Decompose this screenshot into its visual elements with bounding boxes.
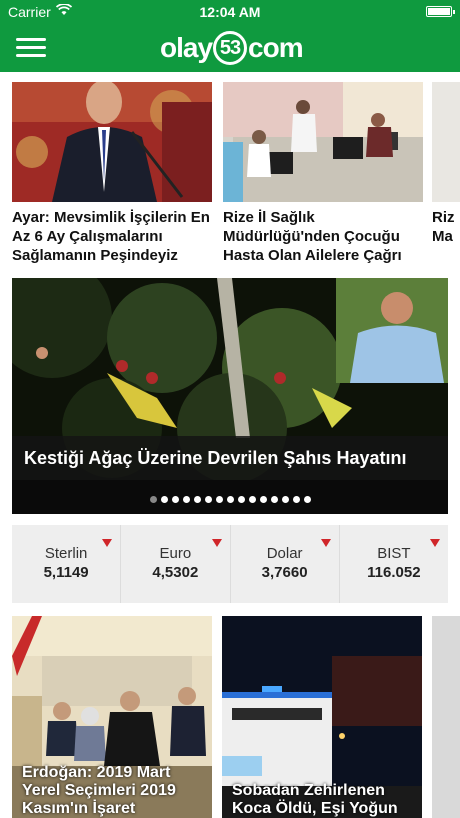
news-title: Erdoğan: 2019 Mart Yerel Seçimleri 2019 …: [22, 764, 176, 817]
market-name: Dolar: [266, 545, 303, 562]
logo-number: 53: [213, 31, 248, 65]
news-title: Rize İl Sağlık Müdürlüğü'nden Çocuğu Has…: [223, 209, 402, 264]
slider-dot[interactable]: [281, 496, 289, 503]
slider-dot[interactable]: [292, 496, 300, 503]
market-item-dolar: Dolar 3,7660: [229, 525, 339, 603]
slider-dot[interactable]: [160, 496, 168, 503]
slider-dot[interactable]: [171, 496, 179, 503]
slider-dot[interactable]: [270, 496, 278, 503]
news-card-partial[interactable]: [432, 616, 460, 818]
down-arrow-icon: [211, 539, 222, 547]
slider-dot[interactable]: [204, 496, 212, 503]
news-image: [12, 82, 212, 202]
news-card[interactable]: Erdoğan: 2019 Mart Yerel Seçimleri 2019 …: [12, 616, 212, 818]
market-name: Sterlin: [44, 545, 88, 562]
status-time: 12:04 AM: [199, 4, 261, 20]
news-card[interactable]: Ayar: Mevsimlik İşçilerin En Az 6 Ay Çal…: [12, 82, 212, 265]
news-title: Ayar: Mevsimlik İşçilerin En Az 6 Ay Çal…: [12, 209, 210, 264]
down-arrow-icon: [430, 539, 440, 547]
market-name: Euro: [159, 545, 192, 562]
market-value: 5,1149: [43, 564, 89, 581]
news-image: [432, 82, 460, 202]
navigation-bar: Carrier 12:04 AM olay 53 com: [0, 0, 460, 72]
slider-caption: Kestiği Ağaç Üzerine Devrilen Şahıs Haya…: [12, 436, 448, 480]
news-card[interactable]: Rize İl Sağlık Müdürlüğü'nden Çocuğu Has…: [223, 82, 423, 265]
news-image: [223, 82, 423, 202]
market-value: 3,7660: [261, 564, 308, 581]
slider-dot[interactable]: [182, 496, 190, 503]
market-ticker: Sterlin 5,1149 Euro 4,5302 Dolar 3,7660 …: [12, 525, 448, 603]
slider-pagination[interactable]: [12, 490, 448, 508]
market-name: BIST: [377, 545, 411, 562]
slider-dot[interactable]: [193, 496, 201, 503]
slider-dot[interactable]: [248, 496, 256, 503]
bottom-news-carousel[interactable]: Erdoğan: 2019 Mart Yerel Seçimleri 2019 …: [12, 616, 460, 818]
market-item-euro: Euro 4,5302: [120, 525, 229, 603]
slider-dot[interactable]: [215, 496, 223, 503]
slider-dot[interactable]: [259, 496, 267, 503]
slider-dot[interactable]: [237, 496, 245, 503]
logo-suffix: com: [248, 32, 304, 63]
top-news-carousel[interactable]: Ayar: Mevsimlik İşçilerin En Az 6 Ay Çal…: [12, 82, 460, 267]
market-value: 116.052: [367, 564, 421, 581]
status-bar: Carrier 12:04 AM: [0, 0, 460, 24]
down-arrow-icon: [320, 539, 331, 547]
slider-dot[interactable]: [149, 496, 157, 503]
market-item-sterlin: Sterlin 5,1149: [12, 525, 120, 603]
site-logo[interactable]: olay 53 com: [160, 30, 304, 66]
hamburger-menu-icon[interactable]: [16, 36, 46, 58]
slider-dot[interactable]: [303, 496, 311, 503]
news-card[interactable]: Sobadan Zehirlenen Koca Öldü, Eşi Yoğun: [222, 616, 422, 818]
battery-icon: [426, 6, 455, 17]
market-value: 4,5302: [152, 564, 199, 581]
news-card[interactable]: Riz Ma: [432, 82, 460, 246]
down-arrow-icon: [102, 539, 113, 547]
logo-prefix: olay: [160, 32, 213, 63]
market-item-bist: BIST 116.052: [338, 525, 448, 603]
headline-slider[interactable]: Kestiği Ağaç Üzerine Devrilen Şahıs Haya…: [12, 278, 448, 514]
news-title: Riz Ma: [432, 209, 455, 245]
news-title: Sobadan Zehirlenen Koca Öldü, Eşi Yoğun: [232, 782, 398, 817]
slider-dot[interactable]: [226, 496, 234, 503]
